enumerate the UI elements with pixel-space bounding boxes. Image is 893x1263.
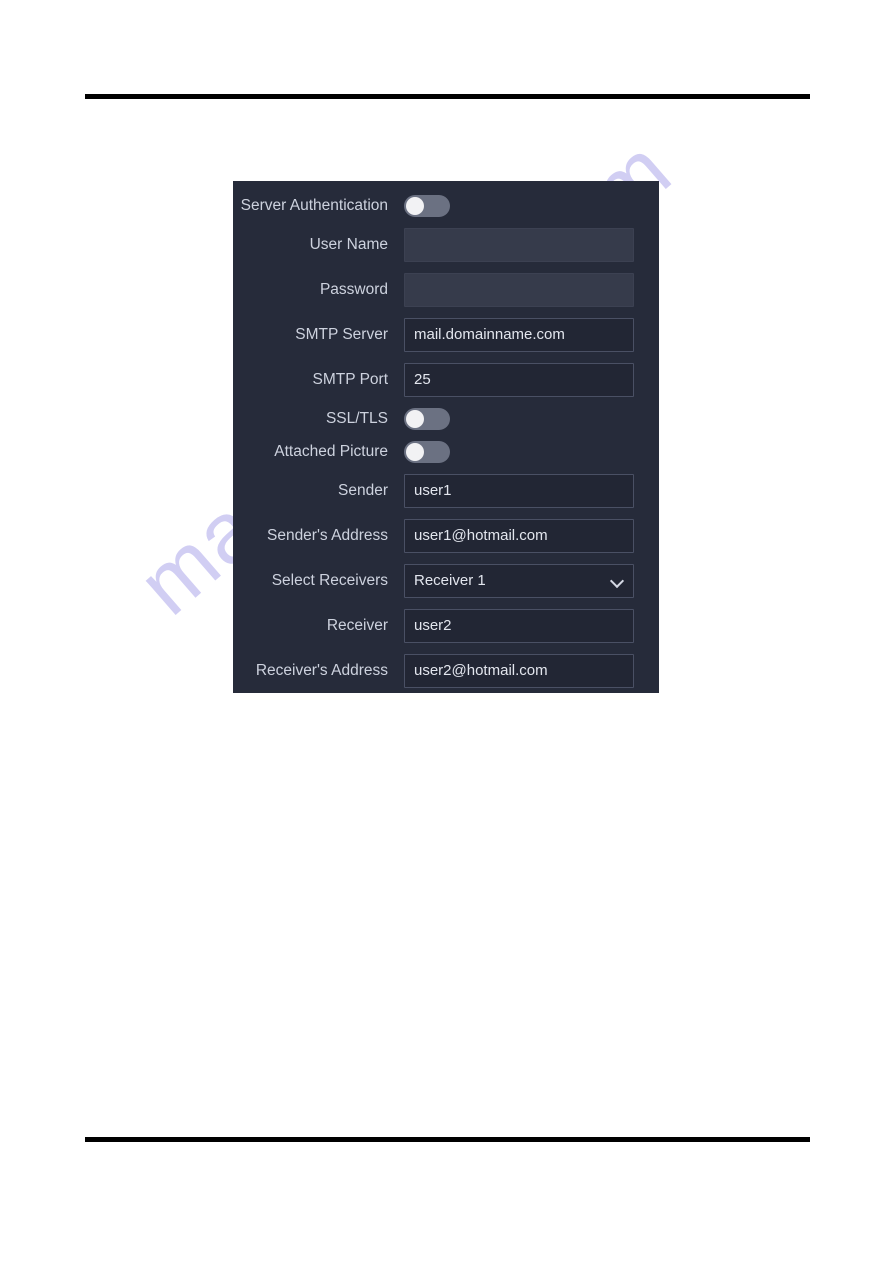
- row-label: Receiver's Address: [255, 661, 388, 679]
- settings-row: Server Authentication: [233, 189, 650, 222]
- text-input[interactable]: [404, 227, 634, 262]
- toggle-knob: [406, 196, 424, 215]
- row-label: SMTP Port: [312, 370, 388, 388]
- row-control: 25: [404, 357, 650, 402]
- input-value: 25: [414, 371, 431, 388]
- row-control: user2@hotmail.com: [404, 648, 650, 693]
- settings-row: Select Receivers Receiver 1: [233, 558, 650, 603]
- row-label: User Name: [309, 235, 388, 253]
- input-value: user2@hotmail.com: [414, 662, 548, 679]
- row-label: Attached Picture: [274, 442, 388, 460]
- row-label: Password: [319, 280, 388, 298]
- settings-row: User Name: [233, 222, 650, 267]
- text-input[interactable]: [404, 272, 634, 307]
- settings-row: SMTP Server mail.domainname.com: [233, 312, 650, 357]
- select-receivers-dropdown[interactable]: Receiver 1: [404, 563, 634, 598]
- row-control: Receiver 1: [404, 558, 650, 603]
- text-input[interactable]: 25: [404, 362, 634, 397]
- row-control: [404, 435, 650, 468]
- row-control: user1@hotmail.com: [404, 513, 650, 558]
- input-value: user2: [414, 617, 452, 634]
- row-label: SSL/TLS: [325, 409, 388, 427]
- settings-row: Receiver's Address user2@hotmail.com: [233, 648, 650, 693]
- input-value: mail.domainname.com: [414, 326, 565, 343]
- settings-row: SMTP Port 25: [233, 357, 650, 402]
- row-label: Server Authentication: [240, 196, 388, 214]
- row-control: [404, 189, 650, 222]
- text-input[interactable]: user1: [404, 473, 634, 508]
- row-label: Sender: [338, 481, 388, 499]
- footer-rule: [85, 1137, 810, 1142]
- text-input[interactable]: user1@hotmail.com: [404, 518, 634, 553]
- text-input[interactable]: user2@hotmail.com: [404, 653, 634, 688]
- input-value: user1: [414, 482, 452, 499]
- row-control: user2: [404, 603, 650, 648]
- row-control: user1: [404, 468, 650, 513]
- row-label: Receiver: [326, 616, 388, 634]
- toggle-switch-icon[interactable]: [404, 407, 450, 430]
- settings-row: Receiver user2: [233, 603, 650, 648]
- row-label: Select Receivers: [271, 571, 388, 589]
- row-label: Sender's Address: [266, 526, 388, 544]
- select-value: Receiver 1: [414, 572, 486, 589]
- chevron-down-icon: [611, 574, 625, 588]
- toggle-switch-icon[interactable]: [404, 194, 450, 217]
- text-input[interactable]: user2: [404, 608, 634, 643]
- row-control: [404, 402, 650, 435]
- toggle-knob: [406, 442, 424, 461]
- row-control: mail.domainname.com: [404, 312, 650, 357]
- header-rule: [85, 94, 810, 99]
- settings-row: Sender user1: [233, 468, 650, 513]
- text-input[interactable]: mail.domainname.com: [404, 317, 634, 352]
- toggle-knob: [406, 409, 424, 428]
- email-settings-panel: Server Authentication User Name Password SM…: [233, 181, 659, 693]
- input-value: user1@hotmail.com: [414, 527, 548, 544]
- settings-row: Sender's Address user1@hotmail.com: [233, 513, 650, 558]
- settings-row: Attached Picture: [233, 435, 650, 468]
- settings-row: SSL/TLS: [233, 402, 650, 435]
- row-label: SMTP Server: [295, 325, 388, 343]
- row-control: [404, 222, 650, 267]
- row-control: [404, 267, 650, 312]
- settings-row: Password: [233, 267, 650, 312]
- toggle-switch-icon[interactable]: [404, 440, 450, 463]
